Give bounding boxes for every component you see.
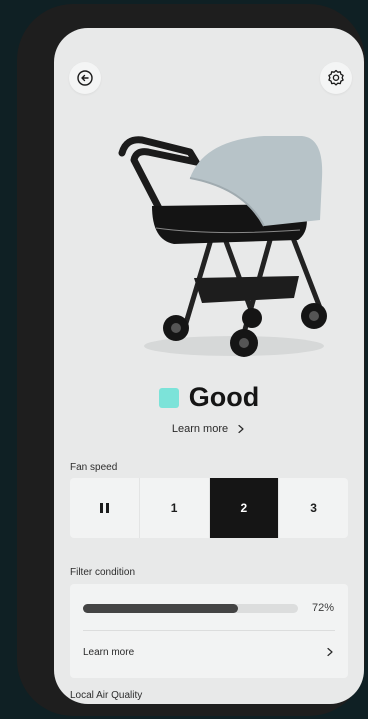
phone-frame: Good Learn more Fan speed 1 2 3 Filter c… — [17, 4, 365, 716]
fan-pause-button[interactable] — [70, 478, 140, 538]
learn-more-label: Learn more — [171, 423, 229, 435]
pause-icon — [99, 503, 109, 513]
filter-learn-more-link[interactable]: Learn more — [83, 640, 335, 664]
chevron-right-icon — [327, 647, 333, 657]
settings-button[interactable] — [320, 62, 352, 94]
chevron-right-icon — [238, 424, 244, 434]
status-label: Good — [188, 382, 260, 412]
fan-speed-2-button[interactable]: 2 — [209, 478, 280, 538]
learn-more-link[interactable]: Learn more — [54, 423, 364, 435]
status-color-indicator — [158, 387, 179, 408]
air-status: Good — [54, 382, 364, 413]
local-air-quality-label: Local Air Quality — [70, 690, 143, 701]
fan-speed-label: Fan speed — [70, 462, 118, 473]
filter-card: 72% Learn more — [70, 584, 348, 678]
divider — [83, 630, 335, 631]
filter-percent: 72% — [311, 602, 334, 614]
back-arrow-icon — [77, 70, 93, 86]
fan-speed-3-button[interactable]: 3 — [279, 478, 348, 538]
stroller-image — [118, 136, 327, 357]
gear-icon — [328, 69, 344, 86]
filter-progress-bar — [83, 604, 298, 613]
filter-learn-more-label: Learn more — [83, 646, 135, 658]
app-screen: Good Learn more Fan speed 1 2 3 Filter c… — [54, 28, 364, 704]
fan-speed-selector: 1 2 3 — [70, 478, 348, 538]
filter-condition-label: Filter condition — [70, 567, 136, 578]
filter-progress-fill — [83, 604, 238, 613]
back-button[interactable] — [69, 62, 101, 94]
fan-speed-1-button[interactable]: 1 — [140, 478, 210, 538]
